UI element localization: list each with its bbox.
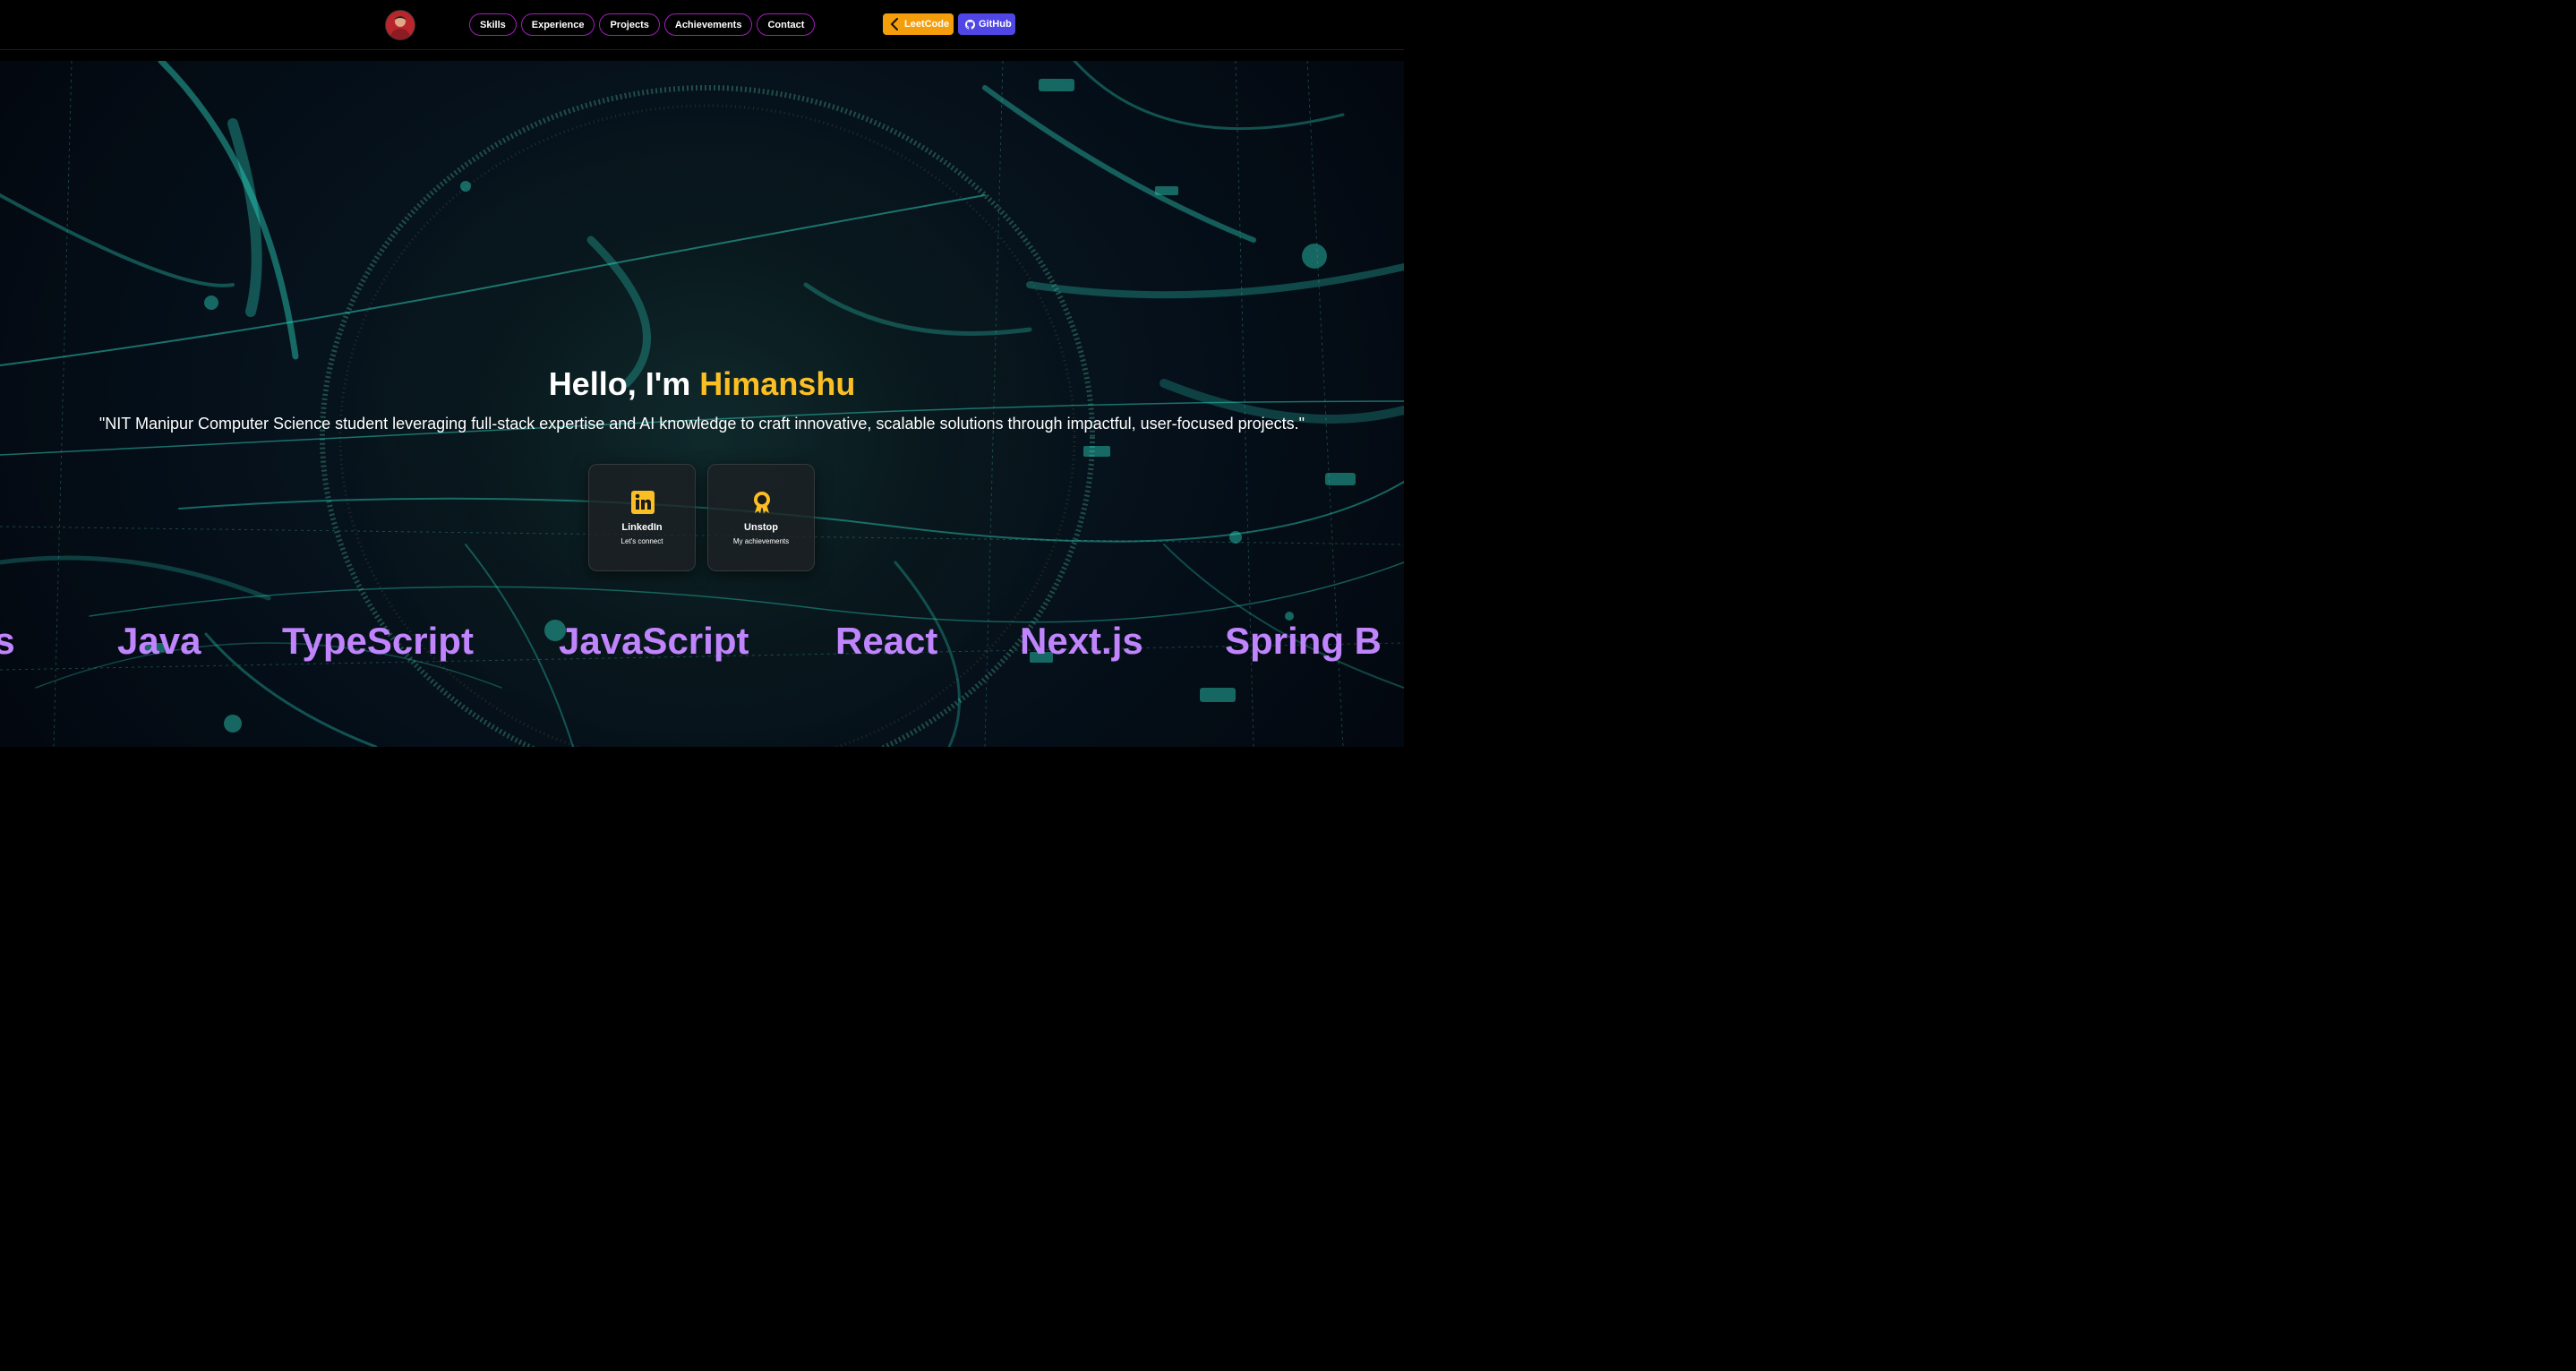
nav-projects[interactable]: Projects bbox=[599, 13, 660, 36]
skills-marquee: es Java TypeScript JavaScript React Next… bbox=[0, 620, 1404, 664]
leetcode-icon bbox=[890, 18, 901, 30]
nav-contact[interactable]: Contact bbox=[757, 13, 816, 36]
leetcode-button[interactable]: LeetCode bbox=[883, 13, 954, 35]
nav-experience[interactable]: Experience bbox=[520, 13, 595, 36]
award-icon bbox=[750, 491, 774, 514]
unstop-card-subtitle: My achievements bbox=[732, 537, 790, 545]
linkedin-card-subtitle: Let's connect bbox=[620, 537, 663, 545]
github-icon bbox=[965, 19, 975, 30]
hero-name: Himanshu bbox=[699, 365, 856, 402]
linkedin-card[interactable]: LinkedIn Let's connect bbox=[588, 464, 696, 571]
nav-skills[interactable]: Skills bbox=[469, 13, 517, 36]
main-nav: Skills Experience Projects Achievements … bbox=[469, 13, 816, 36]
avatar[interactable] bbox=[385, 10, 415, 40]
page-title: Hello, I'm Himanshu bbox=[0, 365, 1404, 403]
unstop-card-title: Unstop bbox=[744, 522, 778, 533]
github-label: GitHub bbox=[979, 19, 1012, 30]
linkedin-card-title: LinkedIn bbox=[621, 522, 663, 533]
marquee-item: Java bbox=[117, 620, 201, 662]
hero-section: Hello, I'm Himanshu "NIT Manipur Compute… bbox=[0, 61, 1404, 747]
marquee-item: es bbox=[0, 620, 15, 662]
unstop-card[interactable]: Unstop My achievements bbox=[707, 464, 815, 571]
marquee-item: TypeScript bbox=[282, 620, 474, 662]
marquee-item: JavaScript bbox=[559, 620, 749, 662]
marquee-item: Spring B bbox=[1225, 620, 1382, 662]
nav-achievements[interactable]: Achievements bbox=[663, 13, 753, 36]
top-navbar: Skills Experience Projects Achievements … bbox=[0, 0, 1404, 50]
marquee-item: React bbox=[835, 620, 938, 662]
github-button[interactable]: GitHub bbox=[958, 13, 1015, 35]
linkedin-icon bbox=[631, 491, 655, 514]
greeting: Hello, I'm bbox=[548, 365, 700, 402]
leetcode-label: LeetCode bbox=[904, 19, 950, 30]
hero-tagline: "NIT Manipur Computer Science student le… bbox=[98, 415, 1305, 433]
marquee-item: Next.js bbox=[1020, 620, 1143, 662]
